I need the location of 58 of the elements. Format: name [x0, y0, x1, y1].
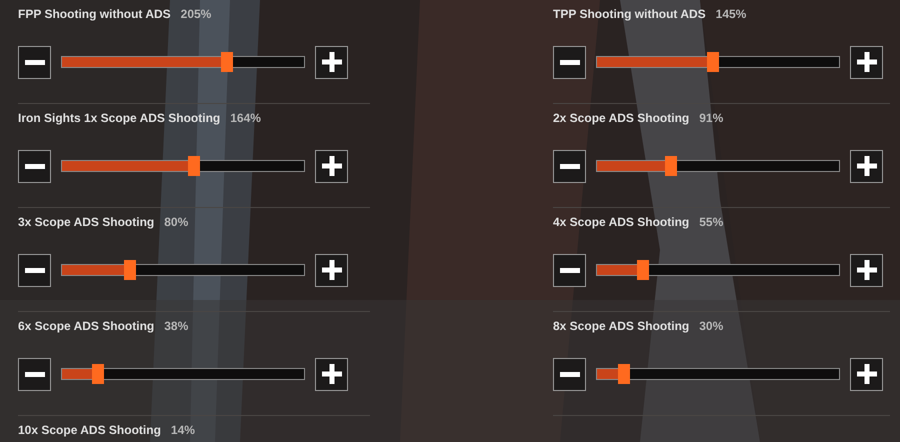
setting-label: FPP Shooting without ADS [18, 6, 171, 22]
slider-thumb[interactable] [707, 52, 720, 72]
decrease-button[interactable] [553, 150, 586, 182]
setting-value: 38% [164, 318, 188, 334]
increase-button[interactable] [850, 254, 883, 286]
plus-icon [322, 52, 342, 72]
plus-icon [322, 260, 342, 280]
increase-button[interactable] [315, 46, 348, 78]
slider-thumb[interactable] [92, 364, 104, 384]
plus-icon [856, 52, 876, 72]
slider-thumb[interactable] [618, 364, 630, 384]
decrease-button[interactable] [18, 150, 51, 182]
decrease-button[interactable] [18, 254, 51, 286]
decrease-button[interactable] [18, 358, 51, 390]
setting-value: 55% [699, 214, 724, 230]
plus-icon [856, 364, 876, 384]
setting-label: 4x Scope ADS Shooting [553, 214, 690, 230]
setting-value: 164% [230, 110, 261, 126]
increase-button[interactable] [315, 254, 348, 286]
slider-thumb[interactable] [220, 52, 233, 72]
minus-icon [560, 60, 580, 64]
increase-button[interactable] [850, 358, 883, 390]
decrease-button[interactable] [553, 358, 586, 390]
decrease-button[interactable] [18, 46, 51, 78]
minus-icon [560, 164, 580, 168]
slider-thumb[interactable] [636, 260, 649, 280]
setting-label: 8x Scope ADS Shooting [553, 318, 690, 334]
increase-button[interactable] [850, 150, 883, 182]
setting-label: 3x Scope ADS Shooting [18, 214, 154, 230]
increase-button[interactable] [315, 150, 348, 182]
setting-value: 91% [699, 110, 724, 126]
plus-icon [322, 364, 342, 384]
setting-label: 6x Scope ADS Shooting [18, 318, 154, 334]
minus-icon [560, 268, 580, 272]
increase-button[interactable] [850, 46, 883, 78]
minus-icon [560, 372, 580, 376]
plus-icon [322, 156, 342, 176]
setting-label: 2x Scope ADS Shooting [553, 110, 690, 126]
slider-thumb[interactable] [188, 156, 200, 176]
setting-label: 10x Scope ADS Shooting [18, 422, 161, 438]
setting-value: 145% [716, 6, 746, 22]
minus-icon [24, 60, 44, 64]
plus-icon [856, 260, 876, 280]
setting-value: 30% [699, 318, 724, 334]
slider-thumb[interactable] [664, 156, 677, 176]
minus-icon [24, 164, 44, 168]
increase-button[interactable] [315, 358, 348, 390]
minus-icon [24, 372, 44, 376]
plus-icon [856, 156, 876, 176]
decrease-button[interactable] [553, 46, 586, 78]
setting-value: 14% [170, 422, 195, 438]
setting-value: 80% [164, 214, 188, 230]
setting-value: 205% [180, 6, 212, 22]
setting-label: TPP Shooting without ADS [553, 6, 706, 22]
setting-label: Iron Sights 1x Scope ADS Shooting [18, 110, 220, 126]
minus-icon [24, 268, 44, 272]
decrease-button[interactable] [553, 254, 586, 286]
slider-thumb[interactable] [124, 260, 136, 280]
